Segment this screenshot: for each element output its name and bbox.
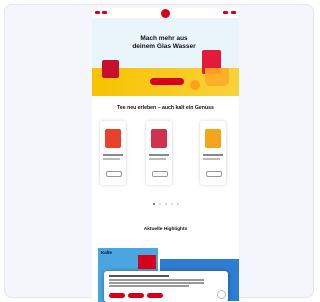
product-button[interactable]	[152, 171, 168, 177]
product-desc-line	[103, 158, 120, 160]
carousel-dot[interactable]	[171, 203, 173, 205]
hero-cta-button[interactable]	[150, 78, 184, 85]
hero-glass	[205, 68, 229, 86]
highlights-section-title: Aktuelle Highlights	[143, 227, 188, 232]
highlight-label: Kalte	[101, 250, 113, 255]
product-button[interactable]	[206, 171, 222, 177]
product-card[interactable]	[146, 121, 172, 185]
product-card[interactable]	[100, 121, 126, 185]
cookie-consent-dialog	[104, 271, 228, 302]
cart-icon[interactable]	[231, 11, 236, 14]
top-nav-bar	[92, 8, 239, 18]
hero-headline: Mach mehr aus deinem Glas Wasser	[132, 35, 196, 51]
cookie-decline-button[interactable]	[147, 293, 163, 298]
cookie-text-line	[109, 282, 204, 284]
cookie-text-line	[109, 285, 189, 287]
highlight-product	[138, 255, 156, 269]
cookie-text-line	[109, 279, 204, 281]
product-image	[205, 129, 221, 148]
mobile-page-preview: Mach mehr aus deinem Glas Wasser Tee neu…	[92, 8, 239, 302]
product-image	[105, 129, 121, 148]
carousel-dot[interactable]	[159, 203, 161, 205]
product-image	[151, 129, 167, 148]
user-icon[interactable]	[223, 11, 228, 14]
cookie-accept-button[interactable]	[109, 293, 125, 298]
carousel-dot[interactable]	[177, 203, 179, 205]
orange-fruit	[190, 80, 200, 90]
search-icon[interactable]	[102, 11, 107, 14]
product-button[interactable]	[106, 171, 122, 177]
hero-banner: Mach mehr aus deinem Glas Wasser	[92, 18, 239, 96]
hero-product-box	[102, 60, 119, 78]
product-name-line	[149, 154, 169, 156]
product-card[interactable]	[200, 121, 226, 185]
product-name-line	[203, 154, 223, 156]
carousel-dot[interactable]	[153, 203, 155, 205]
menu-icon[interactable]	[95, 11, 100, 14]
product-desc-line	[149, 158, 166, 160]
product-desc-line	[203, 158, 220, 160]
carousel-dots[interactable]	[147, 203, 187, 206]
cookie-settings-button[interactable]	[128, 293, 144, 298]
carousel-dot[interactable]	[165, 203, 167, 205]
chat-icon[interactable]	[217, 290, 226, 299]
cookie-title	[109, 275, 169, 277]
product-name-line	[103, 154, 123, 156]
logo-icon[interactable]	[161, 9, 170, 18]
discover-section-title: Tee neu erleben – auch kalt ein Genuss	[117, 105, 214, 111]
